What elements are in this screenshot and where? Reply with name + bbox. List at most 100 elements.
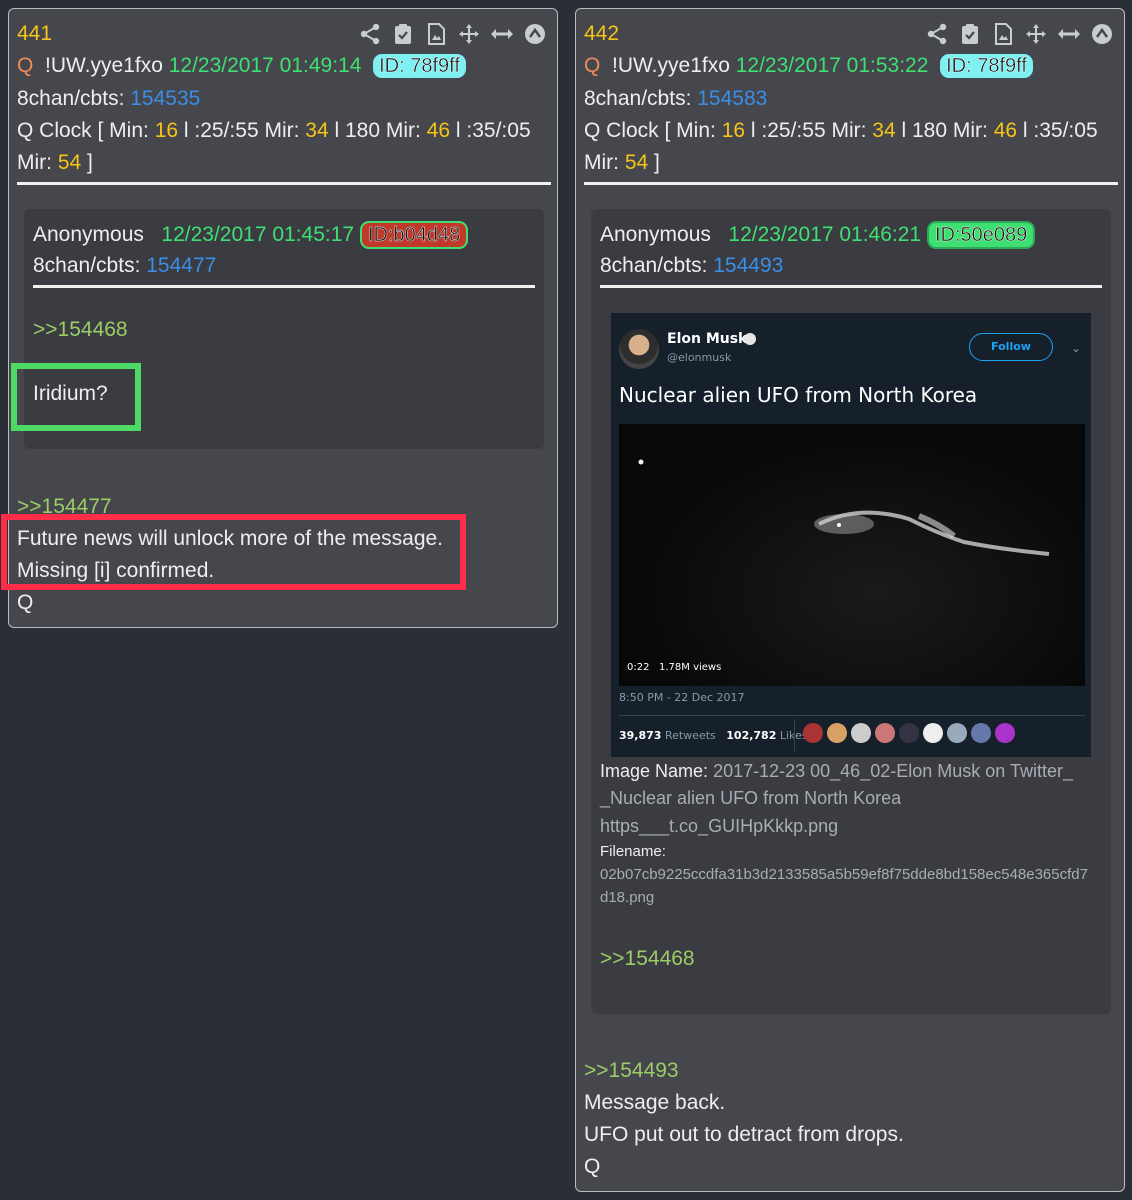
avatar <box>619 329 659 369</box>
quoted-divider <box>33 285 535 288</box>
q-clock-line-1: Q Clock [ Min: 16 l :25/:55 Mir: 34 l 18… <box>17 118 531 144</box>
like-count: 102,782 <box>726 729 777 742</box>
board-label: 8chan/cbts: <box>17 87 125 110</box>
clock-mir-3: 54 <box>624 151 649 174</box>
tweet-author-name: Elon Musk <box>667 331 748 347</box>
image-name-part-1[interactable]: 2017-12-23 00_46_02-Elon Musk on Twitter… <box>713 761 1073 781</box>
tripcode: !UW.yye1fxo <box>45 54 163 77</box>
post-toolbar <box>925 22 1114 46</box>
message-line-1: Message back. <box>584 1091 726 1114</box>
share-icon[interactable] <box>358 22 382 46</box>
liker-avatar <box>995 723 1015 743</box>
board-link[interactable]: 154535 <box>130 87 200 110</box>
quoted-divider <box>600 285 1102 288</box>
post-442: 442 Q !UW.yye1fxo 12/23/2017 01:53:22 ID… <box>575 8 1125 1192</box>
clock-mir-label: Mir: <box>584 151 619 174</box>
video-duration: 0:22 <box>627 662 650 673</box>
clock-prefix: Q Clock [ Min: <box>17 119 149 142</box>
filename-line-1[interactable]: 02b07cb9225ccdfa31b3d2133585a5b59ef8f75d… <box>600 865 1088 885</box>
post-timestamp: 12/23/2017 01:53:22 <box>735 54 929 77</box>
q-clock-line-1: Q Clock [ Min: 16 l :25/:55 Mir: 34 l 18… <box>584 118 1098 144</box>
green-highlight-box <box>11 363 141 431</box>
collapse-up-icon[interactable] <box>523 22 547 46</box>
clock-mir-3: 54 <box>57 151 82 174</box>
clock-mid-3: l :35/:05 <box>455 119 531 142</box>
liker-avatar <box>827 723 847 743</box>
document-icon[interactable] <box>424 22 448 46</box>
expand-horizontal-icon[interactable] <box>1057 22 1081 46</box>
clock-mir-1: 34 <box>872 119 896 142</box>
quoted-header: Anonymous 12/23/2017 01:45:17 ID:b04d48 <box>33 221 469 249</box>
image-name-line-3[interactable]: https___t.co_GUIHpKkkp.png <box>600 814 838 838</box>
quoted-id-badge[interactable]: ID:b04d48 <box>359 221 469 249</box>
follow-button[interactable]: Follow <box>969 333 1053 361</box>
quoted-reply-link[interactable]: >>154468 <box>33 317 128 343</box>
move-icon[interactable] <box>457 22 481 46</box>
clipboard-check-icon[interactable] <box>391 22 415 46</box>
message-line-2: UFO put out to detract from drops. <box>584 1123 904 1146</box>
liker-avatars <box>803 723 1015 743</box>
quoted-board-link[interactable]: 154493 <box>713 254 783 277</box>
quoted-timestamp: 12/23/2017 01:46:21 <box>728 223 922 246</box>
poster-id-badge[interactable]: ID: 78f9ff <box>940 54 1033 78</box>
header-divider <box>584 182 1118 185</box>
board-label: 8chan/cbts: <box>584 87 692 110</box>
reply-link[interactable]: >>154493 <box>584 1058 679 1084</box>
author-prefix: Q <box>584 54 601 77</box>
move-icon[interactable] <box>1024 22 1048 46</box>
message-signature: Q <box>584 1155 601 1178</box>
tweet-video[interactable]: 0:22 1.78M views <box>619 424 1085 686</box>
quoted-board-label: 8chan/cbts: <box>33 254 141 277</box>
quoted-board-link[interactable]: 154477 <box>146 254 216 277</box>
tweet-divider <box>619 715 1085 716</box>
image-name-line-1: Image Name: 2017-12-23 00_46_02-Elon Mus… <box>600 759 1073 783</box>
clock-end: ] <box>654 151 660 174</box>
collapse-up-icon[interactable] <box>1090 22 1114 46</box>
liker-avatar <box>899 723 919 743</box>
expand-horizontal-icon[interactable] <box>490 22 514 46</box>
post-header: Q !UW.yye1fxo 12/23/2017 01:49:14 ID: 78… <box>17 53 466 79</box>
liker-avatar <box>851 723 871 743</box>
retweets-label: Retweets <box>664 729 716 742</box>
quoted-header: Anonymous 12/23/2017 01:46:21 ID:50e089 <box>600 221 1036 249</box>
clock-mir-2: 46 <box>993 119 1018 142</box>
post-toolbar <box>358 22 547 46</box>
clock-mid-3: l :35/:05 <box>1022 119 1098 142</box>
tweet-screenshot-image[interactable]: Elon Musk @elonmusk Follow ⌄ Nuclear ali… <box>611 313 1091 757</box>
clipboard-check-icon[interactable] <box>958 22 982 46</box>
post-header: Q !UW.yye1fxo 12/23/2017 01:53:22 ID: 78… <box>584 53 1033 79</box>
clock-mid-1: l :25/:55 Mir: <box>750 119 867 142</box>
filename-line-2[interactable]: d18.png <box>600 888 654 908</box>
filename-label: Filename: <box>600 843 666 860</box>
message-signature: Q <box>17 591 34 614</box>
post-441: 441 Q !UW.yye1fxo 12/23/2017 01:49:14 ID… <box>1 8 558 628</box>
tweet-stats: 39,873 Retweets 102,782 Likes <box>619 729 808 742</box>
document-icon[interactable] <box>991 22 1015 46</box>
share-icon[interactable] <box>925 22 949 46</box>
board-link[interactable]: 154583 <box>697 87 767 110</box>
clock-prefix: Q Clock [ Min: <box>584 119 716 142</box>
header-divider <box>17 182 551 185</box>
author-prefix: Q <box>17 54 34 77</box>
quoted-id-badge[interactable]: ID:50e089 <box>926 221 1036 249</box>
clock-mid-2: l 180 Mir: <box>901 119 988 142</box>
image-name-line-2[interactable]: _Nuclear alien UFO from North Korea <box>600 786 901 810</box>
liker-avatar <box>875 723 895 743</box>
tweet-date: 8:50 PM - 22 Dec 2017 <box>619 691 745 704</box>
liker-avatar <box>923 723 943 743</box>
clock-mid-1: l :25/:55 Mir: <box>183 119 300 142</box>
post-timestamp: 12/23/2017 01:49:14 <box>168 54 362 77</box>
video-views: 1.78M views <box>659 662 722 673</box>
verified-badge-icon <box>744 333 756 345</box>
poster-id-badge[interactable]: ID: 78f9ff <box>373 54 466 78</box>
quoted-timestamp: 12/23/2017 01:45:17 <box>161 223 355 246</box>
clock-mir-2: 46 <box>426 119 451 142</box>
clock-mir-label: Mir: <box>17 151 52 174</box>
clock-end: ] <box>87 151 93 174</box>
chevron-down-icon[interactable]: ⌄ <box>1071 341 1081 355</box>
tweet-handle: @elonmusk <box>667 351 732 364</box>
red-highlight-box <box>1 514 466 590</box>
quoted-reply-link[interactable]: >>154468 <box>600 946 695 972</box>
stats-separator <box>794 719 795 751</box>
quoted-author: Anonymous <box>33 223 144 246</box>
